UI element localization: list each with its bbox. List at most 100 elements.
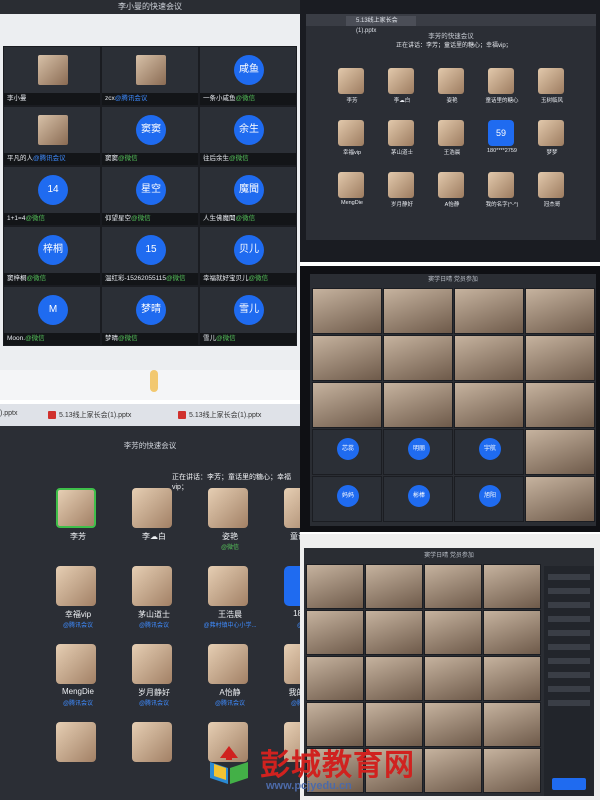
participant-tile[interactable]: 玉树临风 — [530, 66, 574, 110]
participant-tile[interactable]: 李☁白 — [380, 66, 424, 110]
tab-pptx-1[interactable]: 5.13线上家长会(1).pptx — [48, 410, 131, 420]
participant-tile[interactable]: 窦窦 窦窦@微信 — [101, 106, 199, 166]
member-row[interactable] — [548, 700, 590, 706]
participant-tile[interactable]: 姿艳 @微信 — [194, 488, 266, 558]
participant-tile[interactable]: 幸福vip — [330, 118, 374, 162]
participant-tile[interactable]: A怡静 — [430, 170, 474, 214]
video-tile[interactable] — [365, 610, 423, 655]
participant-tile[interactable]: 童话里的糖心 — [480, 66, 524, 110]
participant-tile[interactable]: 雪儿 雪儿@微信 — [199, 286, 297, 346]
participant-tile[interactable]: 芯蕊 — [312, 429, 382, 475]
member-row[interactable] — [548, 644, 590, 650]
video-tile[interactable] — [306, 656, 364, 701]
meeting-title: 李芳的快速会议 — [123, 441, 177, 450]
video-tile[interactable] — [424, 564, 482, 609]
participant-tile[interactable]: 宇航 — [454, 429, 524, 475]
participant-tile[interactable]: M Moon.@微信 — [3, 286, 101, 346]
member-row[interactable] — [548, 588, 590, 594]
participant-tile[interactable]: 梦晴 梦晴@微信 — [101, 286, 199, 346]
participant-tile[interactable]: 王浩晨 — [430, 118, 474, 162]
participant-source: @腾讯会议 — [62, 701, 94, 707]
member-row[interactable] — [548, 616, 590, 622]
participant-tile[interactable]: 李芳 — [42, 488, 114, 558]
participant-tile[interactable]: 平凡的人@腾讯会议 — [3, 106, 101, 166]
tab-partial[interactable]: ).pptx — [0, 410, 18, 417]
video-tile[interactable] — [525, 288, 595, 334]
tab-pptx-2[interactable]: 5.13线上家长会(1).pptx — [178, 410, 261, 420]
participant-tile[interactable]: 咸鱼 一条小咸鱼@微信 — [199, 46, 297, 106]
participant-tile[interactable]: 岁月静好 — [380, 170, 424, 214]
participant-tile[interactable] — [118, 722, 190, 792]
participant-tile[interactable]: 冠杰哥 — [530, 170, 574, 214]
video-tile[interactable] — [383, 382, 453, 428]
video-tile[interactable] — [383, 288, 453, 334]
avatar-photo — [132, 566, 172, 606]
member-row[interactable] — [548, 574, 590, 580]
video-tile[interactable] — [525, 476, 595, 522]
video-tile[interactable] — [525, 382, 595, 428]
participant-tile[interactable]: 明丽 — [383, 429, 453, 475]
tab-pptx[interactable]: 5.13线上家长会(1).pptx — [346, 16, 416, 34]
participant-tile[interactable]: 5 180**** @腾讯 — [270, 566, 300, 636]
video-tile[interactable] — [483, 702, 541, 747]
video-tile[interactable] — [306, 610, 364, 655]
participant-tile[interactable]: 李芳 — [330, 66, 374, 110]
participant-name: 窦窦 — [105, 155, 118, 162]
member-row[interactable] — [548, 630, 590, 636]
participant-tile[interactable]: 岁月静好 @腾讯会议 — [118, 644, 190, 714]
video-tile[interactable] — [312, 288, 382, 334]
participant-name: 李芳 — [346, 98, 358, 104]
video-tile[interactable] — [312, 335, 382, 381]
video-tile[interactable] — [365, 656, 423, 701]
member-row[interactable] — [548, 686, 590, 692]
participant-tile[interactable]: 我的名字(^-^) — [480, 170, 524, 214]
participant-tile[interactable]: 14 1+1=4@微信 — [3, 166, 101, 226]
invite-button[interactable] — [552, 778, 586, 790]
video-tile[interactable] — [312, 382, 382, 428]
participant-tile[interactable]: 幸福vip @腾讯会议 — [42, 566, 114, 636]
participant-tile[interactable]: 童话里的 — [270, 488, 300, 558]
participant-tile[interactable]: 姿艳 — [430, 66, 474, 110]
participant-tile[interactable]: 李☁白 — [118, 488, 190, 558]
participant-tile[interactable]: 我的名字(@腾讯会议 — [270, 644, 300, 714]
video-tile[interactable] — [454, 382, 524, 428]
participant-tile[interactable]: 梓桐 窦梓桐@微信 — [3, 226, 101, 286]
video-tile[interactable] — [383, 335, 453, 381]
participant-tile[interactable]: 魔聞 人生佛魔聞@微信 — [199, 166, 297, 226]
participant-tile[interactable]: 茅山道士 @腾讯会议 — [118, 566, 190, 636]
video-tile[interactable] — [525, 429, 595, 475]
participant-tile[interactable]: 彬棒 — [383, 476, 453, 522]
participant-tile[interactable]: A怡静 @腾讯会议 — [194, 644, 266, 714]
participant-tile[interactable]: 余生 往后余生@微信 — [199, 106, 297, 166]
video-tile[interactable] — [365, 564, 423, 609]
participant-tile[interactable]: 王浩晨 @弗村镇中心小学... — [194, 566, 266, 636]
participant-tile[interactable]: 15 温红彩-15262055115@微信 — [101, 226, 199, 286]
avatar-initials: 余生 — [234, 115, 264, 145]
member-row[interactable] — [548, 602, 590, 608]
video-tile[interactable] — [454, 335, 524, 381]
video-tile[interactable] — [424, 656, 482, 701]
participant-tile[interactable]: 贝儿 幸福就好宝贝儿@微信 — [199, 226, 297, 286]
member-row[interactable] — [548, 672, 590, 678]
participant-tile[interactable]: 妈妈 — [312, 476, 382, 522]
member-row[interactable] — [548, 658, 590, 664]
participant-tile[interactable] — [42, 722, 114, 792]
participant-tile[interactable]: 星空 仰望星空@微信 — [101, 166, 199, 226]
participant-tile[interactable]: MengDie @腾讯会议 — [42, 644, 114, 714]
participant-tile[interactable]: 李小曼 — [3, 46, 101, 106]
video-tile[interactable] — [525, 335, 595, 381]
video-tile[interactable] — [483, 748, 541, 793]
participant-tile[interactable]: 茅山道士 — [380, 118, 424, 162]
avatar-photo — [208, 566, 248, 606]
video-tile[interactable] — [483, 564, 541, 609]
participant-tile[interactable]: MengDie — [330, 170, 374, 214]
video-tile[interactable] — [483, 610, 541, 655]
participant-tile[interactable]: 梦梦 — [530, 118, 574, 162]
participant-tile[interactable]: zcx@腾讯会议 — [101, 46, 199, 106]
video-tile[interactable] — [454, 288, 524, 334]
video-tile[interactable] — [424, 610, 482, 655]
participant-tile[interactable]: 旭阳 — [454, 476, 524, 522]
video-tile[interactable] — [483, 656, 541, 701]
video-tile[interactable] — [306, 564, 364, 609]
participant-tile[interactable]: 59 180****2759 — [480, 118, 524, 162]
